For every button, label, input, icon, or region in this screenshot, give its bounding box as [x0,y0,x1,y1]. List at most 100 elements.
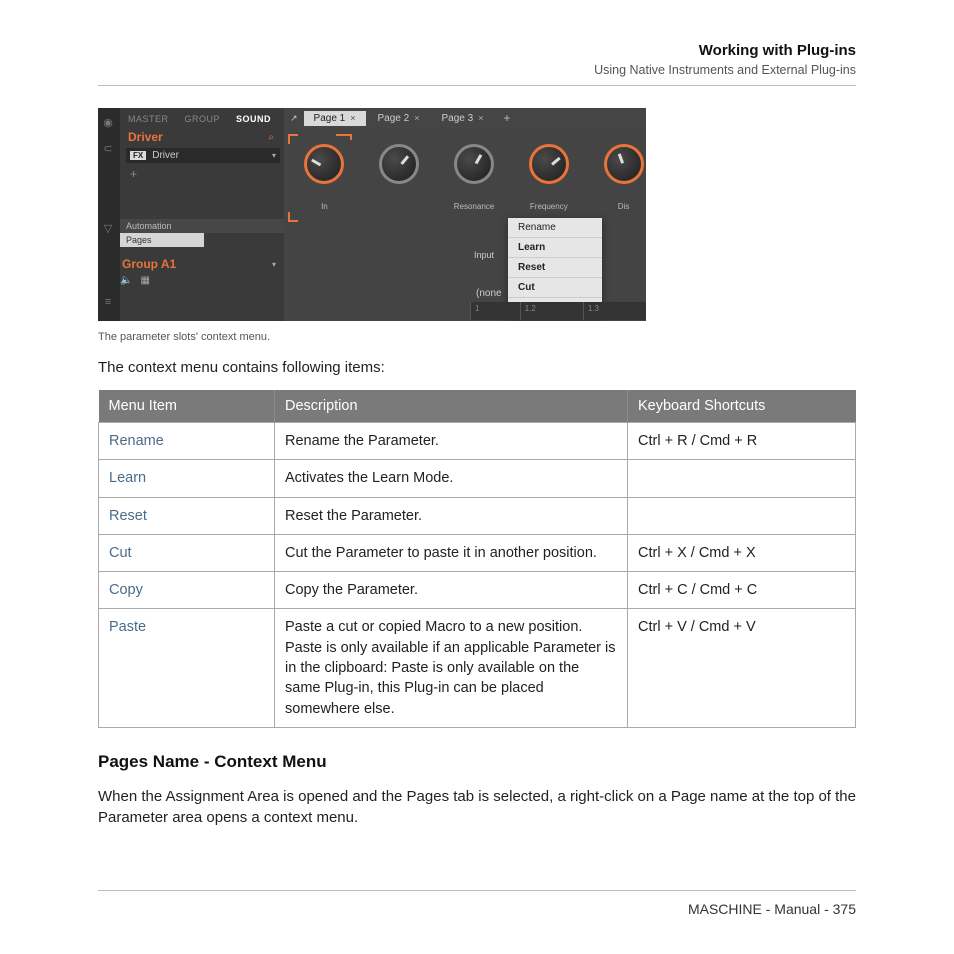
none-label: (none [470,286,508,301]
search-icon[interactable]: ⌕ [268,132,274,143]
page-tabbar: ↗ Page 1 × Page 2 × Page 3 × + [284,108,646,128]
knob[interactable] [454,144,494,184]
ctx-cut[interactable]: Cut [508,278,602,298]
fx-badge: FX [130,151,146,160]
plugin-header-row: Driver ⌕ [126,128,278,146]
cell-kb: Ctrl + X / Cmd + X [628,534,856,571]
left-panel-top: MASTER GROUP SOUND Driver ⌕ FX Driver ▾ … [120,108,284,183]
cell-kb [628,497,856,534]
selection-marker [336,134,350,136]
speaker-icon[interactable]: 🔈 [120,275,132,286]
knob[interactable] [304,144,344,184]
expand-icon[interactable]: ↗ [290,113,298,124]
input-label: Input [474,250,494,260]
table-row: LearnActivates the Learn Mode. [99,460,856,497]
section-heading: Pages Name - Context Menu [98,752,856,772]
cell-desc: Copy the Parameter. [275,572,628,609]
left-icon-column: ◉ ⊂ ▽ ≡ [98,108,120,321]
automation-header: Automation [120,219,284,233]
group-name[interactable]: Group A1 [122,257,176,271]
ctx-learn[interactable]: Learn [508,238,602,258]
knob-resonance: Resonance [452,144,497,211]
page-tab-2[interactable]: Page 2 × [368,111,430,126]
table-row: ResetReset the Parameter. [99,497,856,534]
cell-desc: Rename the Parameter. [275,423,628,460]
timeline-ruler: 1 1.2 1.3 [470,302,646,320]
header-divider [98,85,856,86]
record-icon[interactable]: ◉ [98,112,118,132]
fx-label: Driver [152,150,179,161]
section-body: When the Assignment Area is opened and t… [98,786,856,828]
chevron-down-icon[interactable]: ▾ [272,260,276,269]
cell-kb: Ctrl + R / Cmd + R [628,423,856,460]
ruler-tick: 1 [470,302,520,320]
cell-desc: Activates the Learn Mode. [275,460,628,497]
page-tab-1[interactable]: Page 1 × [304,111,366,126]
chevron-down-icon[interactable]: ▾ [272,151,276,160]
cell-desc: Paste a cut or copied Macro to a new pos… [275,609,628,727]
close-icon[interactable]: × [414,113,419,123]
knob[interactable] [379,144,419,184]
pages-tab[interactable]: Pages [120,233,204,247]
plug-icon[interactable]: ⊂ [98,138,118,158]
table-row: CutCut the Parameter to paste it in anot… [99,534,856,571]
left-panel: ◉ ⊂ ▽ ≡ MASTER GROUP SOUND Driver ⌕ FX D… [98,108,284,321]
grid-icon[interactable]: ▦ [140,275,149,286]
ruler-tick: 1.2 [520,302,583,320]
header-subtitle: Using Native Instruments and External Pl… [98,63,856,77]
automation-block: Automation Pages [120,219,284,247]
knob-frequency: Frequency [526,144,571,211]
page-tab-1-label: Page 1 [314,113,346,124]
parameter-area: ↗ Page 1 × Page 2 × Page 3 × + In Resonance [284,108,646,321]
ctx-reset[interactable]: Reset [508,258,602,278]
th-description: Description [275,390,628,423]
ctx-rename[interactable]: Rename [508,218,602,238]
knob[interactable] [604,144,644,184]
selection-bracket-tl [288,134,298,144]
cell-item: Paste [99,609,275,727]
cell-kb: Ctrl + C / Cmd + C [628,572,856,609]
cell-item: Learn [99,460,275,497]
menu-items-table: Menu Item Description Keyboard Shortcuts… [98,390,856,728]
knob-dis: Dis [601,144,646,211]
footer-divider [98,890,856,891]
selection-bracket-bl [288,212,298,222]
master-group-sound-tabs: MASTER GROUP SOUND [126,112,278,128]
tab-sound[interactable]: SOUND [236,114,271,124]
knob-label: Frequency [530,202,568,211]
group-row: Group A1 ▾ [120,257,284,271]
knob-label: Dis [618,202,630,211]
tab-group[interactable]: GROUP [185,114,221,124]
intro-paragraph: The context menu contains following item… [98,357,856,378]
close-icon[interactable]: × [478,113,483,123]
knob-label: In [321,202,328,211]
knob-label: Resonance [454,202,494,211]
page-tab-3[interactable]: Page 3 × [431,111,493,126]
page-header: Working with Plug-ins Using Native Instr… [98,42,856,77]
page-footer: MASCHINE - Manual - 375 [98,890,856,919]
screenshot-caption: The parameter slots' context menu. [98,331,856,343]
knob-in: In [302,144,347,211]
knob[interactable] [529,144,569,184]
cell-item: Reset [99,497,275,534]
th-shortcuts: Keyboard Shortcuts [628,390,856,423]
table-row: RenameRename the Parameter.Ctrl + R / Cm… [99,423,856,460]
speaker-row: 🔈 ▦ [120,271,284,286]
menu-icon[interactable]: ≡ [98,292,118,312]
cell-kb: Ctrl + V / Cmd + V [628,609,856,727]
cell-item: Cut [99,534,275,571]
plugin-name: Driver [128,130,163,144]
header-title: Working with Plug-ins [98,42,856,59]
fx-slot[interactable]: FX Driver ▾ [126,148,280,163]
add-page-button[interactable]: + [495,111,518,125]
close-icon[interactable]: × [350,113,355,123]
knob-row: In Resonance Frequency Dis [284,144,646,211]
add-plugin-button[interactable]: + [126,165,278,183]
page-tab-2-label: Page 2 [378,113,410,124]
page-tab-3-label: Page 3 [441,113,473,124]
cell-kb [628,460,856,497]
tab-master[interactable]: MASTER [128,114,169,124]
chevron-down-icon[interactable]: ▽ [98,218,118,238]
cell-desc: Reset the Parameter. [275,497,628,534]
cell-item: Copy [99,572,275,609]
